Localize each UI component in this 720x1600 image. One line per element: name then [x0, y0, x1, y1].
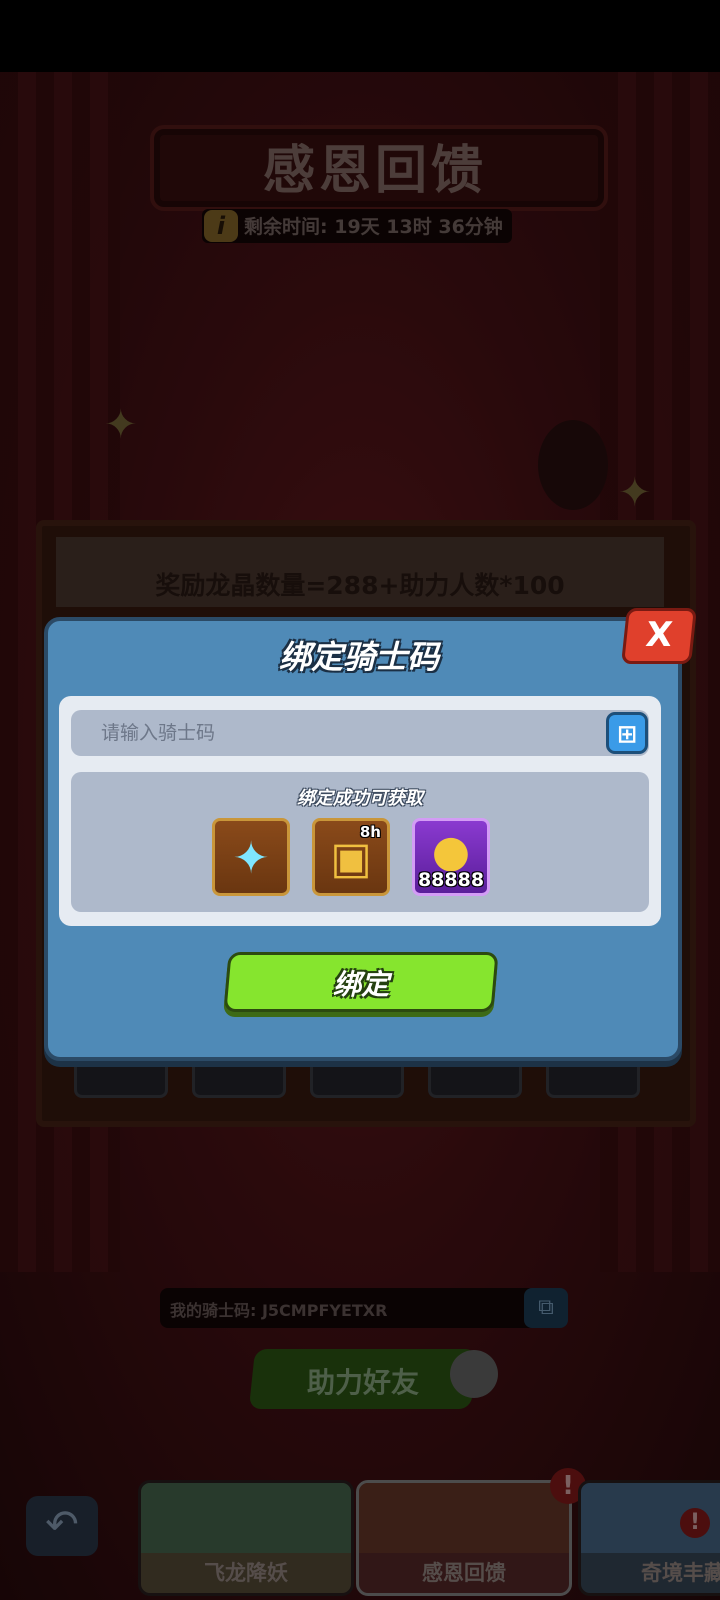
- knight-code-input[interactable]: [71, 710, 649, 756]
- close-button[interactable]: X: [621, 608, 697, 664]
- item-badge: 8h: [359, 823, 381, 841]
- reward-item-crystal[interactable]: ✦: [212, 818, 290, 896]
- dialog-title: 绑定骑士码: [278, 638, 439, 676]
- add-paste-icon[interactable]: ⊞: [606, 712, 648, 754]
- reward-item-chest[interactable]: ▣ 8h: [312, 818, 390, 896]
- reward-item-coins[interactable]: ● 88888: [412, 818, 490, 896]
- bind-button-label: 绑定: [332, 968, 389, 1001]
- rewards-label: 绑定成功可获取: [297, 788, 423, 809]
- item-count: 88888: [417, 869, 485, 891]
- crystal-icon: ✦: [232, 833, 270, 884]
